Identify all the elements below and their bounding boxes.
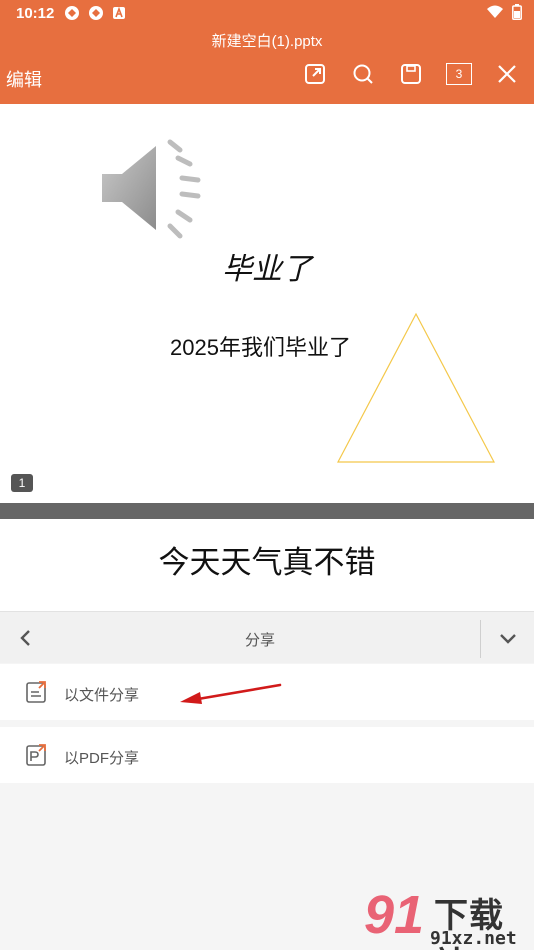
battery-icon xyxy=(512,4,522,20)
open-external-icon xyxy=(305,64,325,84)
file-share-icon xyxy=(26,681,46,703)
status-icons-right xyxy=(486,4,522,20)
watermark-logo: 91 下载站 91xz.net xyxy=(360,884,534,950)
slide-text: 2025年我们毕业了 xyxy=(170,335,351,360)
status-icons-left xyxy=(64,5,126,21)
share-as-pdf-item[interactable]: 以PDF分享 xyxy=(0,727,534,783)
wifi-icon xyxy=(487,5,503,18)
close-button[interactable] xyxy=(494,61,520,87)
page-count: 3 xyxy=(446,63,472,85)
slide-number: 1 xyxy=(11,474,33,492)
close-icon xyxy=(498,65,516,83)
separator xyxy=(480,620,481,658)
watermark-url: 91xz.net xyxy=(430,928,517,949)
save-button[interactable] xyxy=(398,61,424,87)
slide-2[interactable]: 今天天气真不错 xyxy=(0,519,534,611)
save-icon xyxy=(401,64,421,84)
page-count-button[interactable]: 3 xyxy=(446,61,472,87)
slide-divider xyxy=(0,503,534,519)
notification-a-icon xyxy=(113,6,125,19)
annotation-arrow xyxy=(180,683,282,704)
share-panel-title: 分享 xyxy=(244,632,275,649)
file-title: 新建空白(1).pptx xyxy=(211,33,323,50)
search-button[interactable] xyxy=(350,61,376,87)
search-icon xyxy=(353,64,373,84)
open-external-button[interactable] xyxy=(302,61,328,87)
chevron-down-icon[interactable] xyxy=(496,626,520,650)
sync-icon xyxy=(65,6,79,20)
watermark-brand: 91 xyxy=(364,885,425,945)
triangle-shape xyxy=(337,312,495,463)
status-time: 10:12 xyxy=(16,5,55,22)
share-panel-header: 分享 xyxy=(0,611,534,663)
slide-title: 毕业了 xyxy=(222,253,312,286)
sync-icon xyxy=(89,6,103,20)
share-as-pdf-label: 以PDF分享 xyxy=(64,750,140,767)
status-bar: 10:12 xyxy=(0,0,534,28)
edit-button[interactable]: 编辑 xyxy=(6,66,42,92)
speaker-icon xyxy=(102,139,201,239)
pdf-share-icon xyxy=(26,744,46,766)
toolbar: 3 xyxy=(302,61,520,87)
slide2-title: 今天天气真不错 xyxy=(158,545,376,580)
slide-1[interactable]: 毕业了 2025年我们毕业了 1 xyxy=(0,104,534,503)
app-header: 10:12 新建空白(1).pptx 编辑 3 xyxy=(0,0,534,104)
share-as-file-label: 以文件分享 xyxy=(64,687,140,704)
